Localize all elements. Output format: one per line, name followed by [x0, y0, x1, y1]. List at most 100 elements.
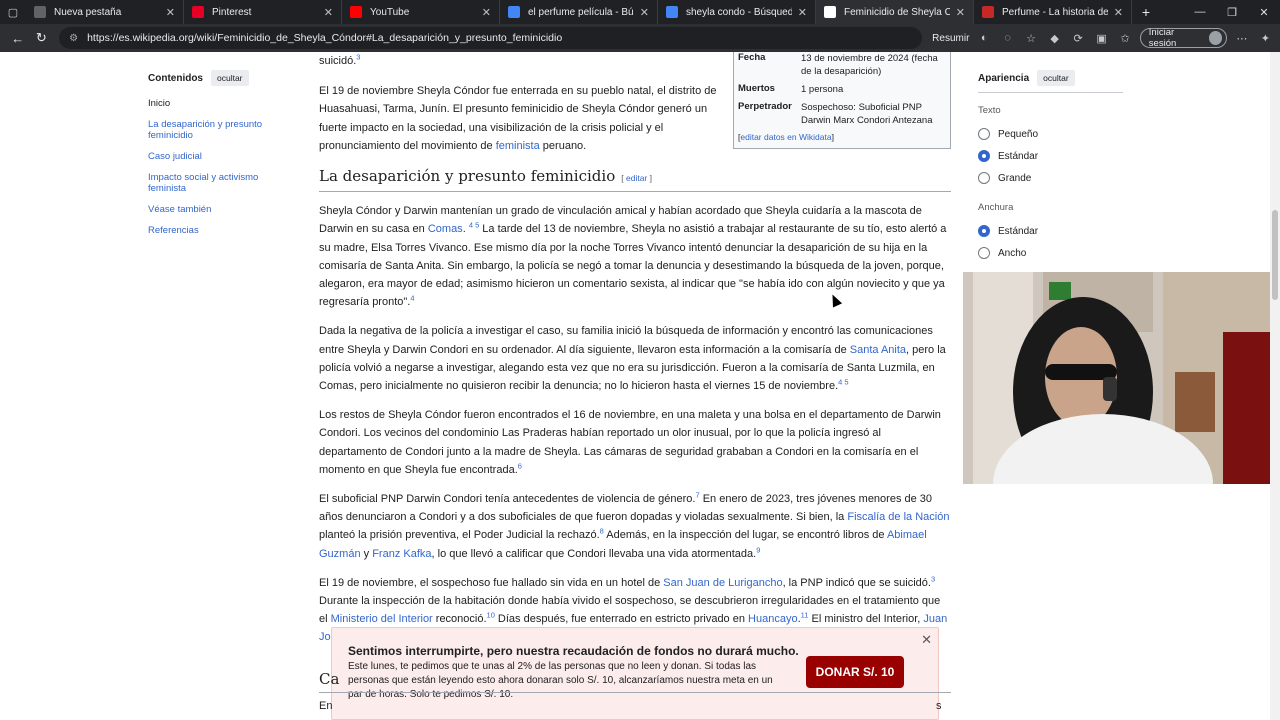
close-tab-icon[interactable]: ✕: [482, 6, 491, 19]
tab-title: Nueva pestaña: [54, 6, 122, 18]
appearance-panel: Apariencia ocultar Texto Pequeño Estánda…: [978, 70, 1123, 269]
infobox-label: Fecha: [738, 52, 766, 63]
link-san-juan-de-lurigancho[interactable]: San Juan de Lurigancho: [663, 577, 782, 589]
text: , lo que llevó a calificar que Condori l…: [431, 547, 757, 560]
text: Días después, fue enterrado en estricto …: [494, 613, 749, 626]
avatar: [1208, 31, 1223, 45]
restore-icon[interactable]: ❐: [1216, 0, 1248, 24]
radio-label: Estándar: [998, 225, 1039, 237]
width-label: Anchura: [978, 202, 1014, 213]
link-comas[interactable]: Comas: [428, 223, 463, 235]
reference[interactable]: 4 5: [469, 221, 479, 230]
reference[interactable]: 9: [756, 545, 760, 554]
browser-tab[interactable]: Nueva pestaña ✕: [26, 0, 184, 24]
scrollbar-thumb[interactable]: [1272, 210, 1278, 300]
reference[interactable]: 3: [931, 574, 935, 583]
back-icon[interactable]: ←: [6, 26, 30, 50]
close-tab-icon[interactable]: ✕: [166, 6, 175, 19]
browser-tab[interactable]: Pinterest ✕: [184, 0, 342, 24]
donate-button[interactable]: DONAR S/. 10: [806, 656, 904, 688]
reload-icon[interactable]: ↻: [30, 26, 54, 50]
toc-item-vease-tambien[interactable]: Véase también: [148, 204, 288, 215]
radio-label: Estándar: [998, 150, 1039, 162]
radio-icon: [978, 128, 990, 140]
link-ministerio-interior[interactable]: Ministerio del Interior: [331, 613, 433, 625]
resume-button[interactable]: Resumir: [932, 33, 969, 44]
toc-item-caso-judicial[interactable]: Caso judicial: [148, 151, 288, 162]
close-tab-icon[interactable]: ✕: [1114, 6, 1123, 19]
signin-button[interactable]: Iniciar sesión: [1139, 27, 1228, 49]
text-size-standard[interactable]: Estándar: [978, 150, 1123, 162]
browser-tab[interactable]: sheyla condo - Búsqueda ✕: [658, 0, 816, 24]
copilot-icon[interactable]: ✦: [1257, 29, 1274, 47]
close-window-icon[interactable]: ✕: [1248, 0, 1280, 24]
more-menu-icon[interactable]: ⋯: [1233, 29, 1250, 47]
link-feminista[interactable]: feminista: [496, 140, 540, 152]
text-size-large[interactable]: Grande: [978, 172, 1123, 184]
translate-icon[interactable]: ◐: [975, 29, 992, 47]
new-tab-icon: [34, 6, 46, 18]
infobox-label: Muertos: [738, 83, 775, 94]
extension-icon[interactable]: ◆: [1046, 29, 1063, 47]
toc-item-desaparicion[interactable]: La desaparición y presunto feminicidio: [148, 119, 288, 141]
favorites-icon[interactable]: ✩: [1116, 29, 1133, 47]
window-menu-icon[interactable]: ▢: [0, 0, 26, 24]
reference[interactable]: 10: [487, 611, 495, 620]
toc-hide-button[interactable]: ocultar: [211, 70, 249, 86]
browser-tab[interactable]: Feminicidio de Sheyla Cóndor - Wikipedia…: [816, 0, 974, 24]
browser-tab[interactable]: el perfume película - Búsqueda ✕: [500, 0, 658, 24]
read-aloud-icon[interactable]: ◌: [999, 29, 1016, 47]
browser-tab[interactable]: Perfume - La historia de un asesino ✕: [974, 0, 1132, 24]
tab-title: Feminicidio de Sheyla Cóndor - Wikipedia: [844, 6, 950, 18]
minimize-icon[interactable]: —: [1184, 0, 1216, 24]
reference[interactable]: 3: [356, 52, 360, 61]
text-size-label: Texto: [978, 105, 1001, 116]
close-tab-icon[interactable]: ✕: [956, 6, 965, 19]
width-wide[interactable]: Ancho: [978, 247, 1123, 259]
section-divider: [319, 692, 951, 693]
text: y: [360, 547, 373, 560]
radio-selected-icon: [978, 150, 990, 162]
close-tab-icon[interactable]: ✕: [324, 6, 333, 19]
url-text: https://es.wikipedia.org/wiki/Feminicidi…: [87, 32, 563, 44]
reference[interactable]: 4 5: [838, 377, 848, 386]
collections-icon[interactable]: ▣: [1093, 29, 1110, 47]
site-info-icon[interactable]: ⚙: [69, 33, 79, 44]
appearance-hide-button[interactable]: ocultar: [1037, 70, 1075, 86]
banner-body: Este lunes, te pedimos que te unas al 2%…: [348, 661, 773, 700]
toc-item-inicio[interactable]: Inicio: [148, 98, 288, 109]
close-tab-icon[interactable]: ✕: [640, 6, 649, 19]
text: , la PNP indicó que se suicidó.: [782, 576, 931, 589]
paragraph-1: El 19 de noviembre Sheyla Cóndor fue ent…: [319, 82, 719, 155]
text: El 19 de noviembre, el sospechoso fue ha…: [319, 576, 664, 589]
link-santa-anita[interactable]: Santa Anita: [850, 344, 906, 356]
paragraph-2: Sheyla Cóndor y Darwin mantenían un grad…: [319, 205, 947, 309]
toc-item-impacto-social[interactable]: Impacto social y activismo feminista: [148, 172, 288, 194]
close-icon[interactable]: ✕: [921, 632, 932, 648]
signin-label: Iniciar sesión: [1148, 27, 1177, 49]
text-size-small[interactable]: Pequeño: [978, 128, 1123, 140]
address-bar[interactable]: ⚙ https://es.wikipedia.org/wiki/Feminici…: [59, 27, 923, 49]
favorite-star-icon[interactable]: ☆: [1022, 29, 1039, 47]
section-title: La desaparición y presunto feminicidio: [319, 167, 616, 186]
next-section-text-partial: En: [319, 700, 333, 712]
infobox-value: 13 de noviembre de 2024 (fecha de la des…: [801, 53, 938, 77]
width-standard[interactable]: Estándar: [978, 225, 1123, 237]
close-tab-icon[interactable]: ✕: [798, 6, 807, 19]
wikipedia-page: Contenidos ocultar Inicio La desaparició…: [0, 52, 1280, 720]
toc-title: Contenidos: [148, 72, 203, 84]
link-fiscalia[interactable]: Fiscalía de la Nación: [847, 511, 949, 523]
page-scrollbar[interactable]: [1270, 52, 1280, 720]
refresh-extension-icon[interactable]: ⟳: [1069, 29, 1086, 47]
link-franz-kafka[interactable]: Franz Kafka: [372, 548, 431, 560]
edit-section-link[interactable]: editar: [626, 173, 647, 183]
reference[interactable]: 4: [410, 294, 414, 303]
new-tab-button[interactable]: +: [1132, 0, 1160, 24]
wikidata-edit-link[interactable]: editar datos en Wikidata: [740, 132, 831, 142]
infobox-row: Muertos 1 persona: [738, 83, 944, 96]
toc-item-referencias[interactable]: Referencias: [148, 225, 288, 236]
link-huancayo[interactable]: Huancayo: [748, 613, 798, 625]
window-controls: — ❐ ✕: [1184, 0, 1280, 24]
browser-tab[interactable]: YouTube ✕: [342, 0, 500, 24]
reference[interactable]: 6: [518, 461, 522, 470]
